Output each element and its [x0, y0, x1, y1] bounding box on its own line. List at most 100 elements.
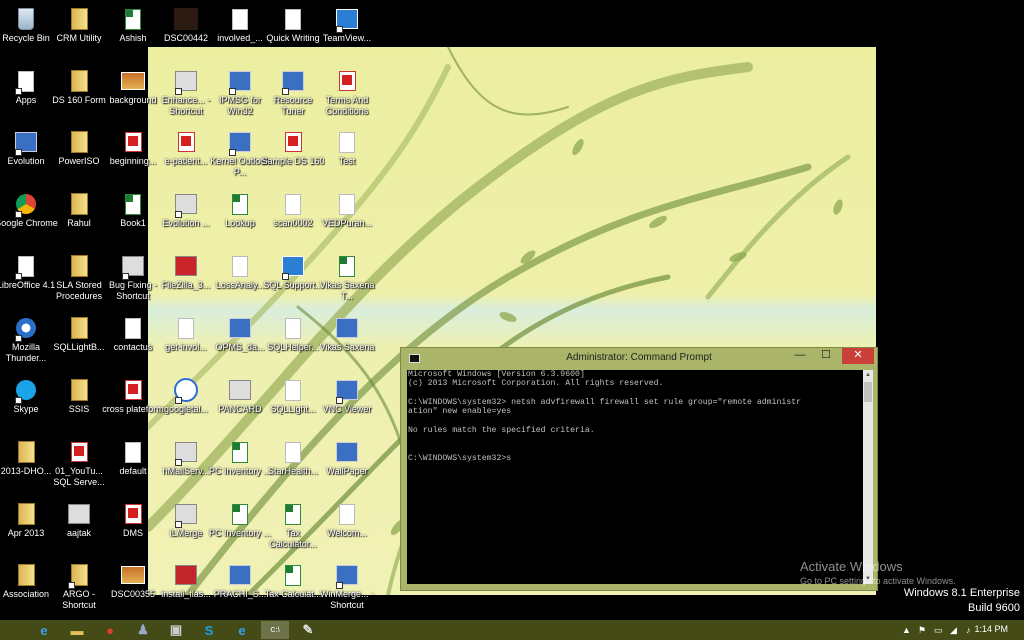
desktop-icon[interactable]: hMailServ...: [156, 435, 216, 493]
xls-icon: [226, 439, 254, 465]
desktop-icon[interactable]: Apr 2013: [0, 497, 56, 555]
desktop-icon[interactable]: SLA Stored Procedures: [49, 249, 109, 307]
desktop-icon[interactable]: install_flas...: [156, 558, 216, 616]
taskbar-button[interactable]: e: [228, 621, 256, 639]
desktop-icon[interactable]: LossAnaly...: [210, 249, 270, 307]
desktop-icon[interactable]: PRACHI_S...: [210, 558, 270, 616]
desktop-icon[interactable]: VNC Viewer: [317, 373, 377, 431]
desktop-icon[interactable]: 01_YouTu... SQL Serve...: [49, 435, 109, 493]
desktop-icon[interactable]: Enhance... - Shortcut: [156, 64, 216, 122]
desktop-icon[interactable]: DSC00355: [103, 558, 163, 616]
desktop-icon[interactable]: Vikas Saxena: [317, 311, 377, 369]
taskbar-clock[interactable]: 1:14 PM: [974, 624, 1008, 634]
desktop-icon[interactable]: contactus: [103, 311, 163, 369]
console-area[interactable]: Microsoft Windows [Version 6.3.9600] (c)…: [407, 370, 873, 584]
desktop-icon[interactable]: Quick Writing: [263, 2, 323, 60]
desktop-icon[interactable]: Terms And Conditions: [317, 64, 377, 122]
desktop-icon[interactable]: SSIS: [49, 373, 109, 431]
desktop-icon[interactable]: Evolution: [0, 125, 56, 183]
desktop-icon[interactable]: iLMerge: [156, 497, 216, 555]
desktop-icon[interactable]: StarHealth...: [263, 435, 323, 493]
desktop-icon[interactable]: VEDPuran...: [317, 187, 377, 245]
desktop-icon[interactable]: Tax Calculat...: [263, 558, 323, 616]
desktop-icon[interactable]: WinMerge... - Shortcut: [317, 558, 377, 616]
desktop-icon[interactable]: Kernel Outlook P...: [210, 125, 270, 183]
desktop-icon[interactable]: OPMS_da...: [210, 311, 270, 369]
desktop-icon[interactable]: Ashish: [103, 2, 163, 60]
desktop-icon[interactable]: Apps: [0, 64, 56, 122]
desktop-icon[interactable]: Vikas Saxena T...: [317, 249, 377, 307]
doc-icon-shape: [232, 255, 248, 277]
desktop-icon[interactable]: Rahul: [49, 187, 109, 245]
desktop-icon[interactable]: involved_...: [210, 2, 270, 60]
desktop-icon[interactable]: CRM Utility: [49, 2, 109, 60]
taskbar-button[interactable]: C:\: [261, 621, 289, 639]
taskbar-button[interactable]: ▬: [63, 621, 91, 639]
close-button[interactable]: ✕: [842, 348, 874, 364]
taskbar-button[interactable]: ✎: [294, 621, 322, 639]
taskbar-button[interactable]: ▣: [162, 621, 190, 639]
minimize-button[interactable]: —: [789, 348, 811, 364]
desktop-icon[interactable]: FileZilla_3...: [156, 249, 216, 307]
taskbar-button[interactable]: ●: [96, 621, 124, 639]
desktop-icon[interactable]: Book1: [103, 187, 163, 245]
desktop-icon[interactable]: WallPaper: [317, 435, 377, 493]
doc-icon: [333, 191, 361, 217]
desktop-icon[interactable]: scan0002: [263, 187, 323, 245]
desktop-icon[interactable]: Test: [317, 125, 377, 183]
scrollbar-thumb[interactable]: [864, 382, 872, 402]
desktop-icon[interactable]: SQLLightB...: [49, 311, 109, 369]
desktop-icon[interactable]: cross plateform: [102, 373, 164, 431]
show-hidden-icons-icon[interactable]: ▲: [902, 623, 911, 637]
desktop-icon[interactable]: beginning...: [103, 125, 163, 183]
maximize-button[interactable]: ☐: [815, 348, 837, 364]
desktop-icon[interactable]: Tax Calculator...: [263, 497, 323, 555]
dark-icon-shape: [174, 8, 198, 30]
action-center-icon[interactable]: ⚑: [918, 623, 926, 637]
desktop-icon[interactable]: Lookup: [210, 187, 270, 245]
scroll-up-icon[interactable]: ▲: [863, 370, 873, 380]
desktop-icon[interactable]: Bug Fixing - Shortcut: [103, 249, 163, 307]
taskbar-button[interactable]: S: [195, 621, 223, 639]
battery-icon[interactable]: ▭: [934, 623, 943, 637]
taskbar-button[interactable]: e: [30, 621, 58, 639]
network-icon[interactable]: ◢: [950, 623, 957, 637]
desktop-icon[interactable]: Sample DS 160: [261, 125, 325, 183]
desktop-icon[interactable]: PC Inventory ...: [209, 435, 271, 493]
desktop-icon[interactable]: SQL Support...: [263, 249, 323, 307]
desktop-icon[interactable]: SQLLight...: [263, 373, 323, 431]
desktop-icon[interactable]: DS 160 Form: [49, 64, 109, 122]
folder-icon: [65, 129, 93, 155]
folder-icon-shape: [70, 70, 88, 92]
doc-icon-shape: [285, 8, 301, 30]
desktop-icon[interactable]: e-patient...: [156, 125, 216, 183]
doc-icon: [279, 6, 307, 32]
desktop-icon[interactable]: aajtak: [49, 497, 109, 555]
desktop-icon[interactable]: Welcom...: [317, 497, 377, 555]
volume-icon[interactable]: ♪: [966, 623, 971, 637]
desktop-icon[interactable]: DSC00442: [156, 2, 216, 60]
desktop-icon[interactable]: PowerISO: [49, 125, 109, 183]
desktop-icon[interactable]: Skype: [0, 373, 56, 431]
desktop-icon[interactable]: get-invol...: [156, 311, 216, 369]
title-bar[interactable]: Administrator: Command Prompt — ☐ ✕: [401, 348, 877, 370]
command-prompt-window[interactable]: Administrator: Command Prompt — ☐ ✕ Micr…: [400, 347, 878, 591]
desktop-icon[interactable]: Mozilla Thunder...: [0, 311, 56, 369]
desktop-icon[interactable]: SQLHelper...: [263, 311, 323, 369]
taskbar-button[interactable]: ♟: [129, 621, 157, 639]
desktop-icon[interactable]: default: [103, 435, 163, 493]
desktop-icon[interactable]: DMS: [103, 497, 163, 555]
desktop-icon[interactable]: TeamView...: [317, 2, 377, 60]
desktop-icon[interactable]: PANCARD: [210, 373, 270, 431]
desktop-icon[interactable]: Google Chrome: [0, 187, 58, 245]
filezilla-icon: [172, 253, 200, 279]
desktop-icon[interactable]: Evolution ...: [156, 187, 216, 245]
desktop-icon[interactable]: googletal...: [156, 373, 216, 431]
exe-icon: [65, 501, 93, 527]
vertical-scrollbar[interactable]: ▲ ▼: [863, 370, 873, 584]
doc-icon-shape: [285, 441, 301, 463]
desktop-icon[interactable]: Recycle Bin: [0, 2, 56, 60]
desktop-icon[interactable]: ARGO - Shortcut: [49, 558, 109, 616]
desktop-icon[interactable]: Resource Tuner: [263, 64, 323, 122]
app-icon: [12, 129, 40, 156]
